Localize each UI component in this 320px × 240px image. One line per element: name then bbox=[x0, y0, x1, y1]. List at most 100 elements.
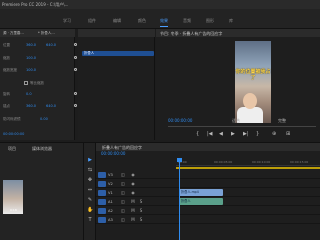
video-clip-label: 折叠人.mp4 bbox=[181, 190, 199, 194]
insert-button[interactable]: ⊕ bbox=[272, 131, 276, 137]
workspace-tab-libraries[interactable]: 库 bbox=[229, 18, 233, 24]
tools-panel: ▶ ⇆ ✥ ⇔ ✎ ✋ T bbox=[84, 142, 96, 240]
workspace-tab-effects[interactable]: 效果 bbox=[160, 18, 168, 27]
mark-out-button[interactable]: } bbox=[256, 131, 259, 137]
workspace-tab-learn[interactable]: 学习 bbox=[63, 18, 71, 24]
program-monitor-header: 节目: 冬季 · 折叠人有广告的回应字 bbox=[156, 29, 320, 37]
track-v3: V3 ◫ ◉ bbox=[96, 171, 320, 179]
track-label: A2 bbox=[108, 209, 113, 213]
source-patch[interactable] bbox=[98, 190, 106, 196]
lock-icon[interactable]: ◫ bbox=[120, 190, 126, 196]
clip-label[interactable]: * 折叠人... bbox=[38, 31, 55, 36]
lock-icon[interactable]: ◫ bbox=[120, 172, 126, 178]
solo-button[interactable]: S bbox=[138, 199, 144, 205]
rotation-value[interactable]: 0.0 bbox=[26, 92, 32, 96]
lock-icon[interactable]: ◫ bbox=[120, 208, 126, 214]
program-scrub-bar[interactable] bbox=[168, 126, 316, 127]
workspace-bar: 学习 组件 编辑 颜色 效果 音频 图形 库 bbox=[0, 9, 320, 29]
audio-clip[interactable]: 折叠人 bbox=[179, 198, 223, 205]
solo-button[interactable]: S bbox=[138, 208, 144, 214]
uniform-scale-checkbox[interactable] bbox=[24, 81, 28, 85]
video-frame[interactable]: 你的位置被我占了 bbox=[235, 41, 271, 123]
scale-value[interactable]: 100.0 bbox=[26, 56, 36, 60]
mute-button[interactable]: M bbox=[130, 199, 136, 205]
zoom-level-select[interactable]: 适合 bbox=[232, 118, 240, 124]
property-label: 缩放宽度 bbox=[3, 68, 17, 72]
playhead[interactable] bbox=[179, 158, 180, 240]
source-patch[interactable] bbox=[98, 181, 106, 187]
mark-in-button[interactable]: { bbox=[196, 131, 199, 137]
source-patch[interactable] bbox=[98, 172, 106, 178]
track-label: V3 bbox=[108, 173, 113, 177]
track-v2: V2 ◫ ◉ bbox=[96, 180, 320, 188]
slip-tool-icon[interactable]: ⇔ bbox=[87, 187, 93, 193]
track-label: V1 bbox=[108, 191, 113, 195]
effect-clip-bar[interactable]: 折叠人 bbox=[82, 51, 154, 56]
window-title: Premiere Pro CC 2019 - C:\用户\... bbox=[2, 2, 69, 7]
program-timecode[interactable]: 00:00:00:00 bbox=[168, 118, 192, 123]
resolution-select[interactable]: 完整 bbox=[278, 118, 286, 124]
step-forward-button[interactable]: ▶| bbox=[243, 131, 249, 137]
tab-media-browser[interactable]: 媒体浏览器 bbox=[32, 146, 52, 152]
keyframe-toggle[interactable] bbox=[74, 43, 77, 46]
lock-icon[interactable]: ◫ bbox=[120, 199, 126, 205]
workspace-tab-graphics[interactable]: 图形 bbox=[206, 18, 214, 24]
go-to-in-button[interactable]: |◀ bbox=[207, 131, 213, 137]
audio-clip-label: 折叠人 bbox=[181, 199, 191, 203]
keyframe-toggle[interactable] bbox=[74, 92, 77, 95]
step-back-button[interactable]: ◀ bbox=[219, 131, 223, 137]
pen-tool-icon[interactable]: ✎ bbox=[87, 197, 93, 203]
mute-button[interactable]: M bbox=[130, 208, 136, 214]
type-tool-icon[interactable]: T bbox=[87, 217, 93, 223]
play-button[interactable]: ▶ bbox=[231, 131, 235, 137]
eye-icon[interactable]: ◉ bbox=[130, 181, 136, 187]
scale-width-value[interactable]: 100.0 bbox=[26, 68, 36, 72]
timeline-timecode[interactable]: 00:00:00:00 bbox=[101, 151, 125, 156]
keyframe-toggle[interactable] bbox=[74, 68, 77, 71]
work-area-bar[interactable] bbox=[176, 167, 320, 169]
playhead-handle[interactable] bbox=[177, 158, 182, 162]
position-x-value[interactable]: 360.0 bbox=[26, 43, 36, 47]
solo-button[interactable]: S bbox=[138, 217, 144, 223]
track-select-tool-icon[interactable]: ⇆ bbox=[87, 167, 93, 173]
selection-tool-icon[interactable]: ▶ bbox=[87, 157, 93, 163]
source-patch[interactable] bbox=[98, 217, 106, 223]
hand-tool-icon[interactable]: ✋ bbox=[87, 207, 93, 213]
program-monitor-title[interactable]: 节目: 冬季 · 折叠人有广告的回应字 bbox=[160, 31, 222, 37]
anchor-y-value[interactable]: 640.0 bbox=[46, 104, 56, 108]
mute-button[interactable]: M bbox=[130, 217, 136, 223]
eye-icon[interactable]: ◉ bbox=[130, 172, 136, 178]
track-a2: A2 ◫ M S bbox=[96, 207, 320, 215]
keyframe-toggle[interactable] bbox=[74, 56, 77, 59]
anchor-x-value[interactable]: 360.0 bbox=[26, 104, 36, 108]
property-label: 位置 bbox=[3, 43, 10, 47]
lock-icon[interactable]: ◫ bbox=[120, 181, 126, 187]
source-label[interactable]: 源 · 万里春… bbox=[3, 31, 24, 36]
video-clip[interactable]: 折叠人.mp4 bbox=[179, 189, 223, 196]
source-patch[interactable] bbox=[98, 208, 106, 214]
premiere-window: Premiere Pro CC 2019 - C:\用户\... 学习 组件 编… bbox=[0, 0, 320, 240]
project-panel: 项目 媒体浏览器 0:18 bbox=[0, 142, 84, 240]
video-caption: 你的位置被我占了 bbox=[235, 69, 271, 81]
workspace-tab-audio[interactable]: 音频 bbox=[183, 18, 191, 24]
anti-flicker-value[interactable]: 0.00 bbox=[40, 117, 48, 121]
tab-project[interactable]: 项目 bbox=[8, 146, 16, 152]
ripple-edit-tool-icon[interactable]: ✥ bbox=[87, 177, 93, 183]
eye-icon[interactable]: ◉ bbox=[130, 190, 136, 196]
workspace-tab-assembly[interactable]: 组件 bbox=[88, 18, 96, 24]
source-patch[interactable] bbox=[98, 199, 106, 205]
workspace-tab-editing[interactable]: 编辑 bbox=[113, 18, 121, 24]
track-a3: A3 ◫ M S bbox=[96, 216, 320, 224]
lock-icon[interactable]: ◫ bbox=[120, 217, 126, 223]
title-bar: Premiere Pro CC 2019 - C:\用户\... bbox=[0, 0, 320, 9]
track-a1: A1 ◫ M S 折叠人 bbox=[96, 198, 320, 206]
time-ruler[interactable]: 00:00 00:00:05:00 00:00:10:00 00:00:15:0… bbox=[176, 158, 320, 166]
ruler-tick-label: 00:00:10:00 bbox=[252, 160, 271, 164]
keyframe-toggle[interactable] bbox=[74, 104, 77, 107]
workspace-tab-color[interactable]: 颜色 bbox=[138, 18, 146, 24]
track-label: A1 bbox=[108, 200, 113, 204]
media-duration: 0:18 bbox=[10, 208, 17, 212]
effect-controls-timecode[interactable]: 00:00:00:00 bbox=[3, 132, 24, 136]
position-y-value[interactable]: 640.0 bbox=[46, 43, 56, 47]
export-frame-button[interactable]: ⊞ bbox=[286, 131, 290, 137]
